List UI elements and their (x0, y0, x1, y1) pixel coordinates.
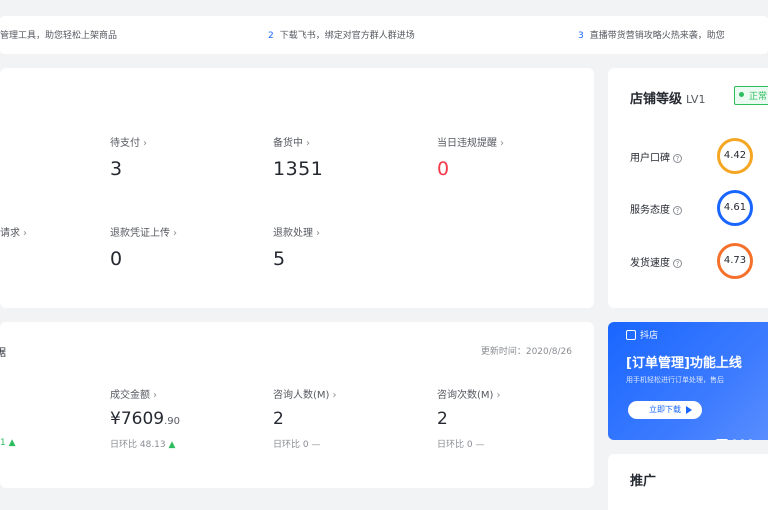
stat-violation-alert[interactable]: 当日违规提醒 › 0 (437, 134, 504, 180)
notice-item-3[interactable]: 3 直播带货营销攻略火热来袭，助您 (578, 28, 725, 41)
promo-banner[interactable]: 抖店 [订单管理]功能上线 用手机轻松进行订单处理，售后 立即下载 (608, 322, 768, 440)
status-badge: 正常 (734, 86, 768, 105)
banner-subtitle: 用手机轻松进行订单处理，售后 (626, 376, 724, 384)
stat-preparing[interactable]: 备货中 › 1351 (273, 134, 323, 180)
notice-bar: 管理工具，助您轻松上架商品 2 下载飞书，绑定对官方群人群进场 3 直播带货营销攻略… (0, 16, 768, 54)
chevron-right-icon: › (332, 390, 337, 401)
chevron-right-icon: › (153, 390, 157, 401)
shop-level-card: 店铺等级 LV1 正常 用户口碑? 4.42 服务态度? 4.61 发货速度? 4… (608, 68, 768, 308)
data-stat-inquiry-count[interactable]: 咨询次数(M) › 2 日环比 0 — (437, 386, 500, 450)
stat-pending-payment[interactable]: 待支付 › 3 (110, 134, 147, 180)
shop-level-title: 店铺等级 LV1 (630, 92, 706, 107)
arrow-up-icon: ▲ (168, 440, 176, 450)
promotion-card: 推广 (608, 454, 768, 510)
score-ring: 4.73 (717, 243, 753, 279)
help-icon[interactable]: ? (673, 259, 682, 268)
chevron-right-icon: › (143, 138, 147, 149)
data-stat-gmv[interactable]: 成交金额 › ¥7609.90 日环比 48.13 ▲ (110, 386, 180, 450)
data-card-title: 据 (0, 348, 6, 359)
promotion-title: 推广 (630, 474, 657, 489)
douyin-store-logo-icon (626, 330, 636, 340)
chevron-right-icon: › (173, 228, 177, 239)
stat-refund-upload[interactable]: 退款凭证上传 › 0 (110, 224, 177, 270)
notice-item-2[interactable]: 2 下载飞书，绑定对官方群人群进场 (268, 28, 415, 41)
data-stat-inquiry-users[interactable]: 咨询人数(M) › 2 日环比 0 — (273, 386, 336, 450)
chevron-right-icon: › (496, 390, 501, 401)
banner-tag: 抖店 (626, 328, 658, 341)
arrow-up-icon: ▲ (8, 438, 16, 448)
notice-item-1[interactable]: 管理工具，助您轻松上架商品 (0, 28, 117, 41)
chevron-right-icon: › (316, 228, 320, 239)
score-ring: 4.61 (717, 190, 753, 226)
order-status-card: 待支付 › 3 备货中 › 1351 当日违规提醒 › 0 请求 › 退款凭证上传 › 0… (0, 68, 594, 308)
download-button[interactable]: 立即下载 (628, 401, 702, 419)
chevron-right-icon: › (23, 228, 27, 239)
help-icon[interactable]: ? (673, 206, 682, 215)
carousel-dots[interactable] (716, 427, 757, 440)
partial-compare: 1 ▲ (0, 438, 16, 448)
stat-refund-processing[interactable]: 退款处理 › 5 (273, 224, 320, 270)
chevron-right-icon: › (306, 138, 310, 149)
help-icon[interactable]: ? (673, 154, 682, 163)
chevron-right-icon: › (500, 138, 504, 149)
data-overview-card: 据 更新时间：2020/8/26 1 ▲ 成交金额 › ¥7609.90 日环比 … (0, 322, 594, 488)
stat-request[interactable]: 请求 › (0, 224, 27, 239)
score-ring: 4.42 (717, 138, 753, 174)
update-time: 更新时间：2020/8/26 (480, 347, 572, 357)
banner-headline: [订单管理]功能上线 (626, 356, 742, 371)
